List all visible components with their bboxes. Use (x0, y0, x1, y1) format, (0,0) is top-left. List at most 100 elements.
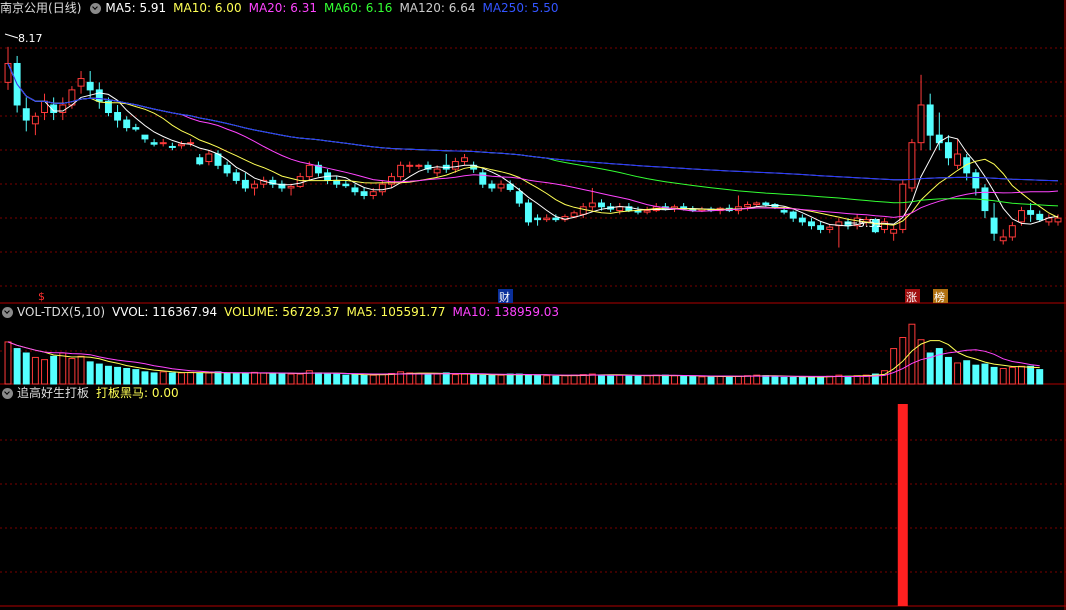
volume-bar (944, 356, 952, 385)
candle-body (86, 81, 94, 91)
candle-body (22, 108, 30, 121)
volume-bar (269, 372, 277, 385)
candle-body (844, 221, 852, 227)
candle-body (579, 206, 587, 215)
candle-body (972, 172, 980, 189)
volume-bar (1008, 366, 1016, 385)
candle-body (397, 164, 405, 178)
volume-bar (223, 372, 231, 385)
candle-body (588, 202, 596, 208)
volume-bar (479, 374, 487, 385)
volume-bar (716, 375, 724, 385)
volume-bar (342, 374, 350, 385)
volume-bar (789, 376, 797, 385)
chevron-down-icon[interactable] (90, 2, 102, 14)
candle-body (415, 164, 423, 167)
volume-bar (652, 374, 660, 385)
chevron-down-icon[interactable] (2, 306, 13, 318)
volume-bar (461, 373, 468, 385)
volume-bar (972, 364, 980, 385)
candle-body (1054, 217, 1062, 223)
ma250-value: MA250: 5.50 (482, 1, 559, 15)
volume-bar (1027, 365, 1035, 385)
volume-bar (168, 372, 176, 385)
candle-body (305, 164, 313, 178)
candle-body (497, 183, 505, 189)
candle-body (515, 191, 523, 204)
dividend-marker[interactable]: $ (38, 290, 45, 303)
candle-body (744, 204, 752, 208)
volume-bar (50, 355, 58, 385)
ranking-marker[interactable]: 榜 (934, 290, 945, 304)
candle-body (342, 183, 350, 187)
volume-bar (552, 375, 560, 385)
volume-bar (22, 352, 30, 385)
candle-body (114, 112, 122, 121)
ma20-value: MA20: 6.31 (248, 1, 318, 15)
volume-bar (990, 366, 998, 385)
vol-ma10-value: MA10: 138959.03 (452, 305, 560, 319)
candle-body (223, 164, 231, 174)
candle-body (963, 157, 971, 174)
candle-body (789, 211, 797, 219)
candle-body (908, 142, 916, 189)
volume-bar (415, 372, 423, 385)
volume-bar (534, 374, 542, 385)
volume-bar (908, 323, 916, 385)
candle-body (817, 225, 825, 230)
vol-ma5-value: MA5: 105591.77 (346, 305, 446, 319)
low-label: 5.51 (858, 217, 883, 230)
volume-bar (844, 375, 852, 385)
high-annotation: 8.17 (4, 32, 43, 45)
candle-body (451, 161, 459, 170)
candle-body (4, 62, 12, 83)
signal-bar (897, 404, 908, 606)
candle-body (132, 127, 140, 130)
volume-bar (625, 375, 633, 385)
volume-bar (744, 375, 752, 385)
candle-body (917, 104, 925, 144)
candle-body (999, 236, 1007, 242)
price-panel-header: 南京公用 (日线) MA5: 5.91 MA10: 6.00 MA20: 6.3… (0, 0, 566, 16)
finance-marker[interactable]: 财 (499, 290, 510, 304)
volume-bar (378, 373, 386, 385)
limit-up-marker[interactable]: 涨 (906, 291, 917, 304)
volume-bar (159, 371, 167, 385)
candle-body (808, 221, 815, 227)
candle-body (141, 134, 149, 140)
volume-bar (86, 361, 94, 385)
signal-value: 打板黑马: 0.00 (96, 386, 179, 400)
candle-body (95, 89, 103, 102)
candle-body (123, 119, 131, 129)
volume-bar (954, 362, 962, 385)
signal-indicator-name: 追高好生打板 (17, 386, 90, 400)
volume-bar (598, 374, 605, 385)
chevron-down-icon[interactable] (2, 387, 13, 399)
candle-body (333, 179, 341, 185)
candle-body (360, 191, 368, 196)
volume-bar (680, 375, 688, 385)
volume-bar (4, 341, 12, 385)
volume-bar (981, 363, 989, 385)
volume-bar (132, 369, 140, 385)
volume-bar (104, 365, 112, 385)
volume-bar (123, 368, 131, 385)
candle-body (1036, 213, 1044, 221)
volume-bar (296, 373, 304, 385)
candle-body (296, 176, 304, 187)
volume-bar (424, 373, 432, 385)
volume-bar (643, 375, 651, 385)
volume-bar (607, 374, 615, 385)
volume-bar (150, 372, 158, 385)
candle-body (488, 183, 496, 189)
candle-body (178, 143, 185, 147)
high-label: 8.17 (18, 32, 43, 45)
volume-bar (616, 374, 624, 385)
candle-body (351, 187, 359, 193)
volume-bar (333, 373, 341, 385)
candle-body (524, 202, 532, 223)
volume-bar (232, 372, 240, 385)
volume-bar (68, 358, 76, 385)
volume-bar (734, 375, 742, 385)
volume-bar (187, 371, 195, 385)
